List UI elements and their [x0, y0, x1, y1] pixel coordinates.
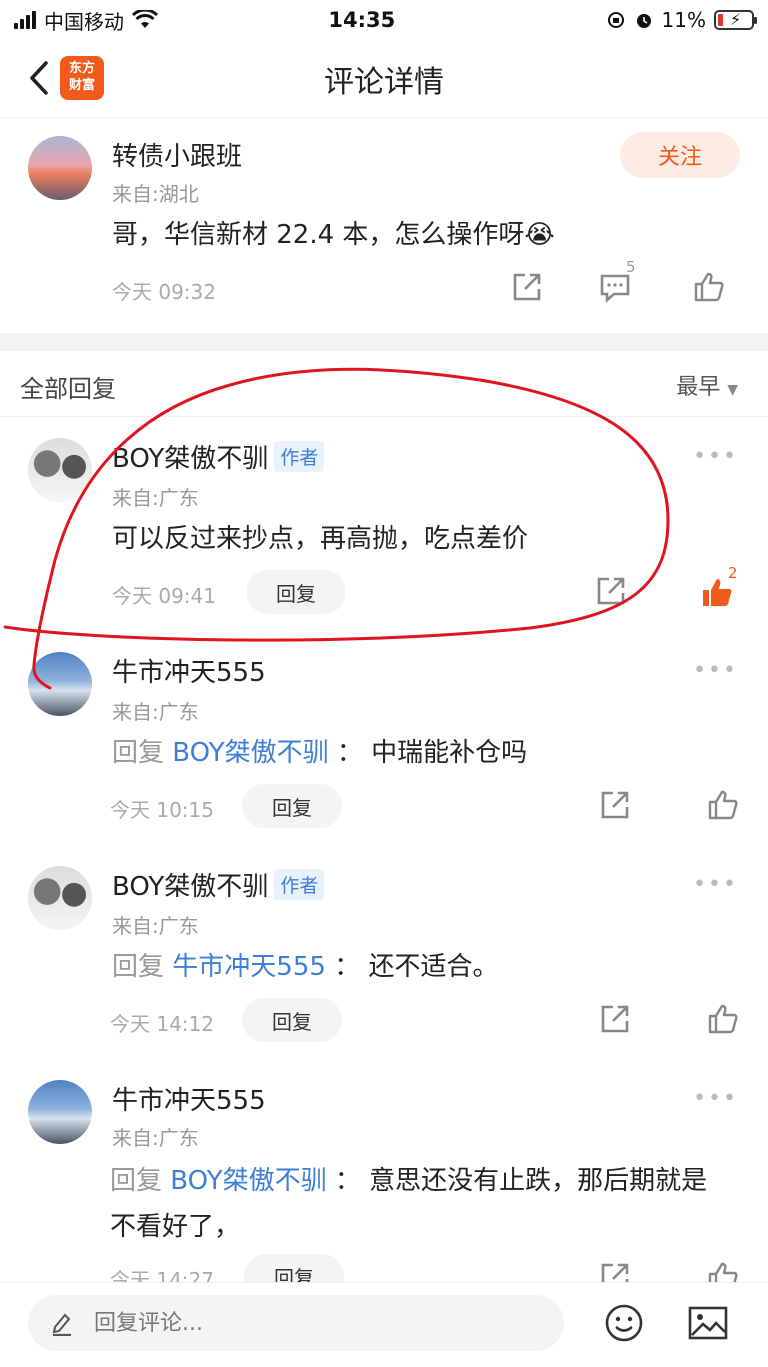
more-options-icon[interactable]: •••: [693, 1086, 738, 1111]
reply-input-box[interactable]: [28, 1295, 564, 1351]
signal-icon: [14, 11, 36, 29]
reply-input[interactable]: [94, 1310, 494, 1336]
author-badge: 作者: [274, 441, 325, 472]
app-logo: 东方 财富: [60, 56, 104, 100]
avatar[interactable]: [28, 438, 92, 502]
reply-time: 今天 14:12: [110, 1012, 214, 1036]
reply-header: BOY桀傲不驯 作者: [112, 866, 325, 903]
like-count: 2: [728, 564, 738, 582]
reply-header: BOY桀傲不驯 作者: [112, 438, 325, 475]
reply-text: 可以反过来抄点，再高抛，吃点差价: [112, 524, 529, 554]
main-comment: 转债小跟班 来自:湖北 关注 哥，华信新材 22.4 本，怎么操作呀😭 今天 0…: [0, 118, 768, 330]
battery-icon: ⚡: [714, 10, 757, 30]
comment-text: 哥，华信新材 22.4 本，怎么操作呀😭: [112, 220, 555, 250]
user-name[interactable]: 牛市冲天555: [112, 652, 266, 689]
reply-item: 牛市冲天555 ••• 来自:广东 回复 BOY桀傲不驯 ： 意思还没有止跌，那…: [0, 1060, 768, 1300]
user-location: 来自:广东: [112, 700, 199, 724]
back-button[interactable]: [24, 56, 54, 100]
author-badge: 作者: [274, 869, 325, 900]
like-icon[interactable]: [706, 1002, 740, 1036]
like-icon[interactable]: [692, 270, 726, 304]
section-title: 全部回复: [20, 375, 116, 403]
user-location: 来自:广东: [112, 486, 199, 510]
reply-button[interactable]: 回复: [242, 998, 342, 1042]
image-icon: [688, 1306, 728, 1340]
reply-item: BOY桀傲不驯 作者 ••• 来自:广东 可以反过来抄点，再高抛，吃点差价 今天 …: [0, 418, 768, 632]
chevron-left-icon: [30, 61, 48, 95]
sort-dropdown[interactable]: 最早 ▼: [676, 369, 738, 401]
more-options-icon[interactable]: •••: [693, 872, 738, 897]
nav-bar: 东方 财富 评论详情: [0, 40, 768, 118]
reply-item: BOY桀傲不驯 作者 ••• 来自:广东 回复 牛市冲天555 ： 还不适合。 今…: [0, 846, 768, 1060]
reply-time: 今天 09:41: [112, 584, 216, 608]
reply-text: 回复 牛市冲天555 ： 还不适合。: [112, 952, 499, 982]
reply-item: 牛市冲天555 ••• 来自:广东 回复 BOY桀傲不驯 ： 中瑞能补仓吗 今天…: [0, 632, 768, 846]
bottom-bar: [0, 1282, 768, 1367]
clock: 14:35: [328, 8, 396, 32]
page-title: 评论详情: [324, 64, 444, 100]
emoji-button[interactable]: [604, 1303, 644, 1343]
share-icon[interactable]: [598, 788, 632, 822]
user-location: 来自:广东: [112, 1126, 199, 1150]
mention-link[interactable]: BOY桀傲不驯: [170, 1166, 326, 1196]
user-name[interactable]: BOY桀傲不驯: [112, 444, 268, 474]
share-icon[interactable]: [594, 574, 628, 608]
reply-time: 今天 10:15: [110, 798, 214, 822]
share-icon[interactable]: [510, 270, 544, 304]
mention-link[interactable]: BOY桀傲不驯: [172, 738, 328, 768]
divider: [0, 333, 768, 351]
reply-button[interactable]: 回复: [242, 784, 342, 828]
avatar[interactable]: [28, 1080, 92, 1144]
avatar[interactable]: [28, 866, 92, 930]
wifi-icon: [132, 10, 158, 28]
avatar[interactable]: [28, 652, 92, 716]
comment-count: 5: [626, 258, 636, 276]
mention-link[interactable]: 牛市冲天555: [172, 952, 326, 982]
battery-percent: 11%: [661, 8, 706, 32]
replies-header: 全部回复 最早 ▼: [0, 351, 768, 417]
user-location: 来自:广东: [112, 914, 199, 938]
follow-button[interactable]: 关注: [620, 132, 740, 178]
carrier-label: 中国移动: [44, 9, 124, 34]
reply-text: 回复 BOY桀傲不驯 ： 意思还没有止跌，那后期就是不看好了，: [110, 1166, 708, 1242]
status-bar: 中国移动 14:35 11% ⚡: [0, 0, 768, 40]
reply-text: 回复 BOY桀傲不驯 ： 中瑞能补仓吗: [112, 738, 528, 768]
user-location: 来自:湖北: [112, 182, 199, 206]
share-icon[interactable]: [598, 1002, 632, 1036]
comment-time: 今天 09:32: [112, 280, 216, 304]
alarm-icon: [636, 14, 651, 28]
image-button[interactable]: [688, 1305, 728, 1341]
pencil-icon: [52, 1313, 71, 1336]
user-name[interactable]: 转债小跟班: [112, 136, 242, 173]
avatar[interactable]: [28, 136, 92, 200]
user-name[interactable]: BOY桀傲不驯: [112, 872, 268, 902]
orientation-lock-icon: [607, 12, 624, 28]
emoji-icon: [605, 1304, 643, 1342]
more-options-icon[interactable]: •••: [693, 658, 738, 683]
more-options-icon[interactable]: •••: [693, 444, 738, 469]
reply-button[interactable]: 回复: [246, 570, 346, 614]
caret-down-icon: ▼: [727, 382, 738, 398]
user-name[interactable]: 牛市冲天555: [112, 1080, 266, 1117]
like-icon[interactable]: [706, 788, 740, 822]
